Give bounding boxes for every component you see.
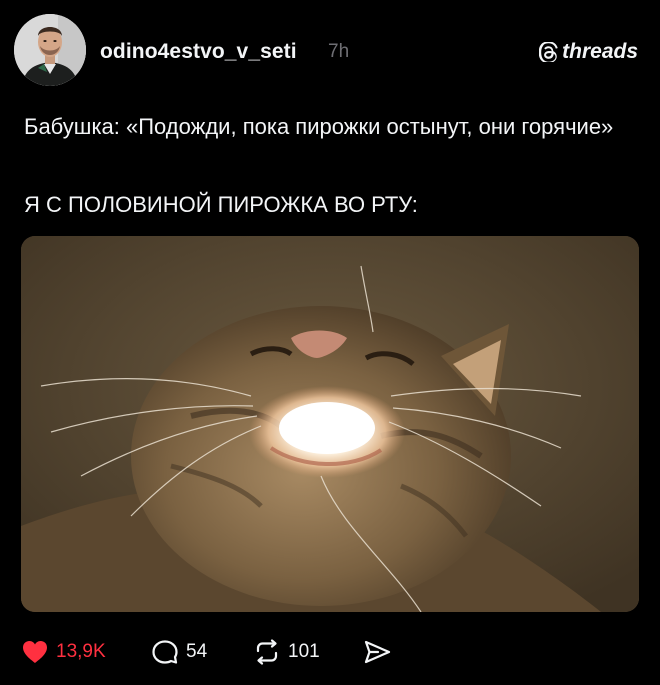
like-count: 13,9K — [56, 641, 106, 662]
repost-button[interactable]: 101 — [252, 632, 320, 672]
post-image[interactable] — [21, 236, 639, 612]
post-text: Бабушка: «Подожди, пока пирожки остынут,… — [24, 114, 614, 139]
avatar[interactable] — [14, 14, 86, 86]
heart-icon — [20, 637, 50, 667]
post-time: 7h — [328, 41, 350, 62]
comment-icon — [150, 637, 180, 667]
comment-count: 54 — [186, 641, 208, 662]
post-header: odino4estvo_v_seti 7h threads — [14, 14, 644, 86]
username[interactable]: odino4estvo_v_seti — [100, 40, 297, 64]
like-button[interactable]: 13,9K — [20, 632, 106, 672]
repost-count: 101 — [288, 641, 320, 662]
cat-photo-icon — [21, 236, 639, 612]
threads-icon — [538, 41, 559, 64]
post-text-secondary: Я С ПОЛОВИНОЙ ПИРОЖКА ВО РТУ: — [24, 192, 418, 217]
brand-label: threads — [562, 40, 638, 63]
threads-post: odino4estvo_v_seti 7h threads Бабушка: «… — [0, 0, 660, 685]
comment-button[interactable]: 54 — [150, 632, 207, 672]
threads-logo[interactable]: threads — [538, 40, 638, 64]
action-bar: 13,9K 54 101 — [20, 632, 420, 672]
share-button[interactable] — [362, 632, 392, 672]
send-icon — [362, 637, 392, 667]
repost-icon — [252, 637, 282, 667]
